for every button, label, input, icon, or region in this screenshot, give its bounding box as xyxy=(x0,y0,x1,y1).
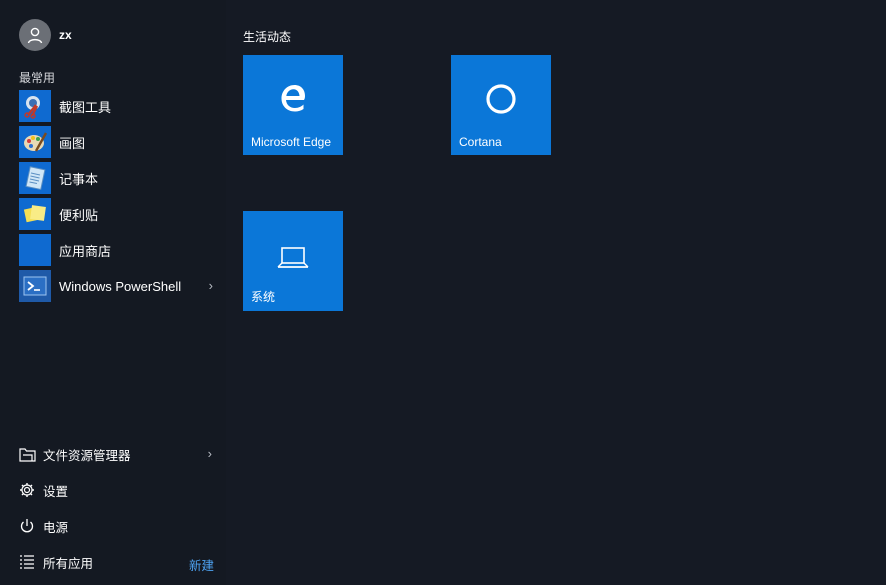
all-apps-label: 所有应用 xyxy=(43,556,94,571)
tile-label: 系统 xyxy=(251,290,276,304)
tiles-pane: 生活动态 Microsoft Edge Cortana 系统 xyxy=(226,0,886,585)
edge-icon xyxy=(243,83,343,113)
list-item-label: Windows PowerShell xyxy=(59,278,182,294)
avatar xyxy=(19,19,51,51)
snipping-tool-icon xyxy=(19,90,51,122)
most-used-list: 截图工具 画图 记事本 便利贴 应用商店 Windows PowerShell … xyxy=(19,88,219,304)
folder-icon xyxy=(18,445,36,463)
store-icon xyxy=(19,234,51,266)
list-item-label: 记事本 xyxy=(59,171,99,187)
list-item-store[interactable]: 应用商店 xyxy=(19,232,219,268)
start-bottom-list: 文件资源管理器 › 设置 电源 所有应用 新建 xyxy=(18,436,218,580)
settings-button[interactable]: 设置 xyxy=(18,472,218,508)
user-account[interactable]: zx xyxy=(19,19,72,51)
list-item-powershell[interactable]: Windows PowerShell › xyxy=(19,268,219,304)
sticky-notes-icon xyxy=(19,198,51,230)
list-item-snipping-tool[interactable]: 截图工具 xyxy=(19,88,219,124)
list-item-label: 应用商店 xyxy=(59,243,112,259)
tile-system[interactable]: 系统 xyxy=(243,211,343,311)
file-explorer-label: 文件资源管理器 xyxy=(43,448,131,463)
powershell-icon xyxy=(19,270,51,302)
notepad-icon xyxy=(19,162,51,194)
power-icon xyxy=(18,517,36,535)
most-used-label: 最常用 xyxy=(19,71,56,85)
laptop-icon xyxy=(243,245,343,271)
chevron-right-icon[interactable]: › xyxy=(209,278,213,293)
paint-icon xyxy=(19,126,51,158)
cortana-icon xyxy=(451,83,551,115)
user-name: zx xyxy=(59,28,72,42)
tile-label: Microsoft Edge xyxy=(251,135,332,149)
tile-microsoft-edge[interactable]: Microsoft Edge xyxy=(243,55,343,155)
power-button[interactable]: 电源 xyxy=(18,508,218,544)
list-icon xyxy=(18,553,36,571)
user-icon xyxy=(27,27,43,44)
file-explorer-button[interactable]: 文件资源管理器 › xyxy=(18,436,218,472)
list-item-paint[interactable]: 画图 xyxy=(19,124,219,160)
list-item-notepad[interactable]: 记事本 xyxy=(19,160,219,196)
power-label: 电源 xyxy=(43,520,69,535)
new-badge: 新建 xyxy=(188,559,214,573)
list-item-sticky-notes[interactable]: 便利贴 xyxy=(19,196,219,232)
list-item-label: 便利贴 xyxy=(59,207,99,223)
tile-cortana[interactable]: Cortana xyxy=(451,55,551,155)
start-left-pane: zx 最常用 截图工具 画图 记事本 便利贴 应用商店 Windows Powe… xyxy=(0,0,226,585)
all-apps-button[interactable]: 所有应用 新建 xyxy=(18,544,218,580)
list-item-label: 截图工具 xyxy=(59,99,112,115)
list-item-label: 画图 xyxy=(59,135,86,151)
settings-label: 设置 xyxy=(43,484,69,499)
gear-icon xyxy=(18,481,36,499)
start-menu: zx 最常用 截图工具 画图 记事本 便利贴 应用商店 Windows Powe… xyxy=(0,0,886,585)
chevron-right-icon[interactable]: › xyxy=(208,446,212,461)
tile-label: Cortana xyxy=(459,135,502,149)
tile-group-title: 生活动态 xyxy=(243,30,292,44)
